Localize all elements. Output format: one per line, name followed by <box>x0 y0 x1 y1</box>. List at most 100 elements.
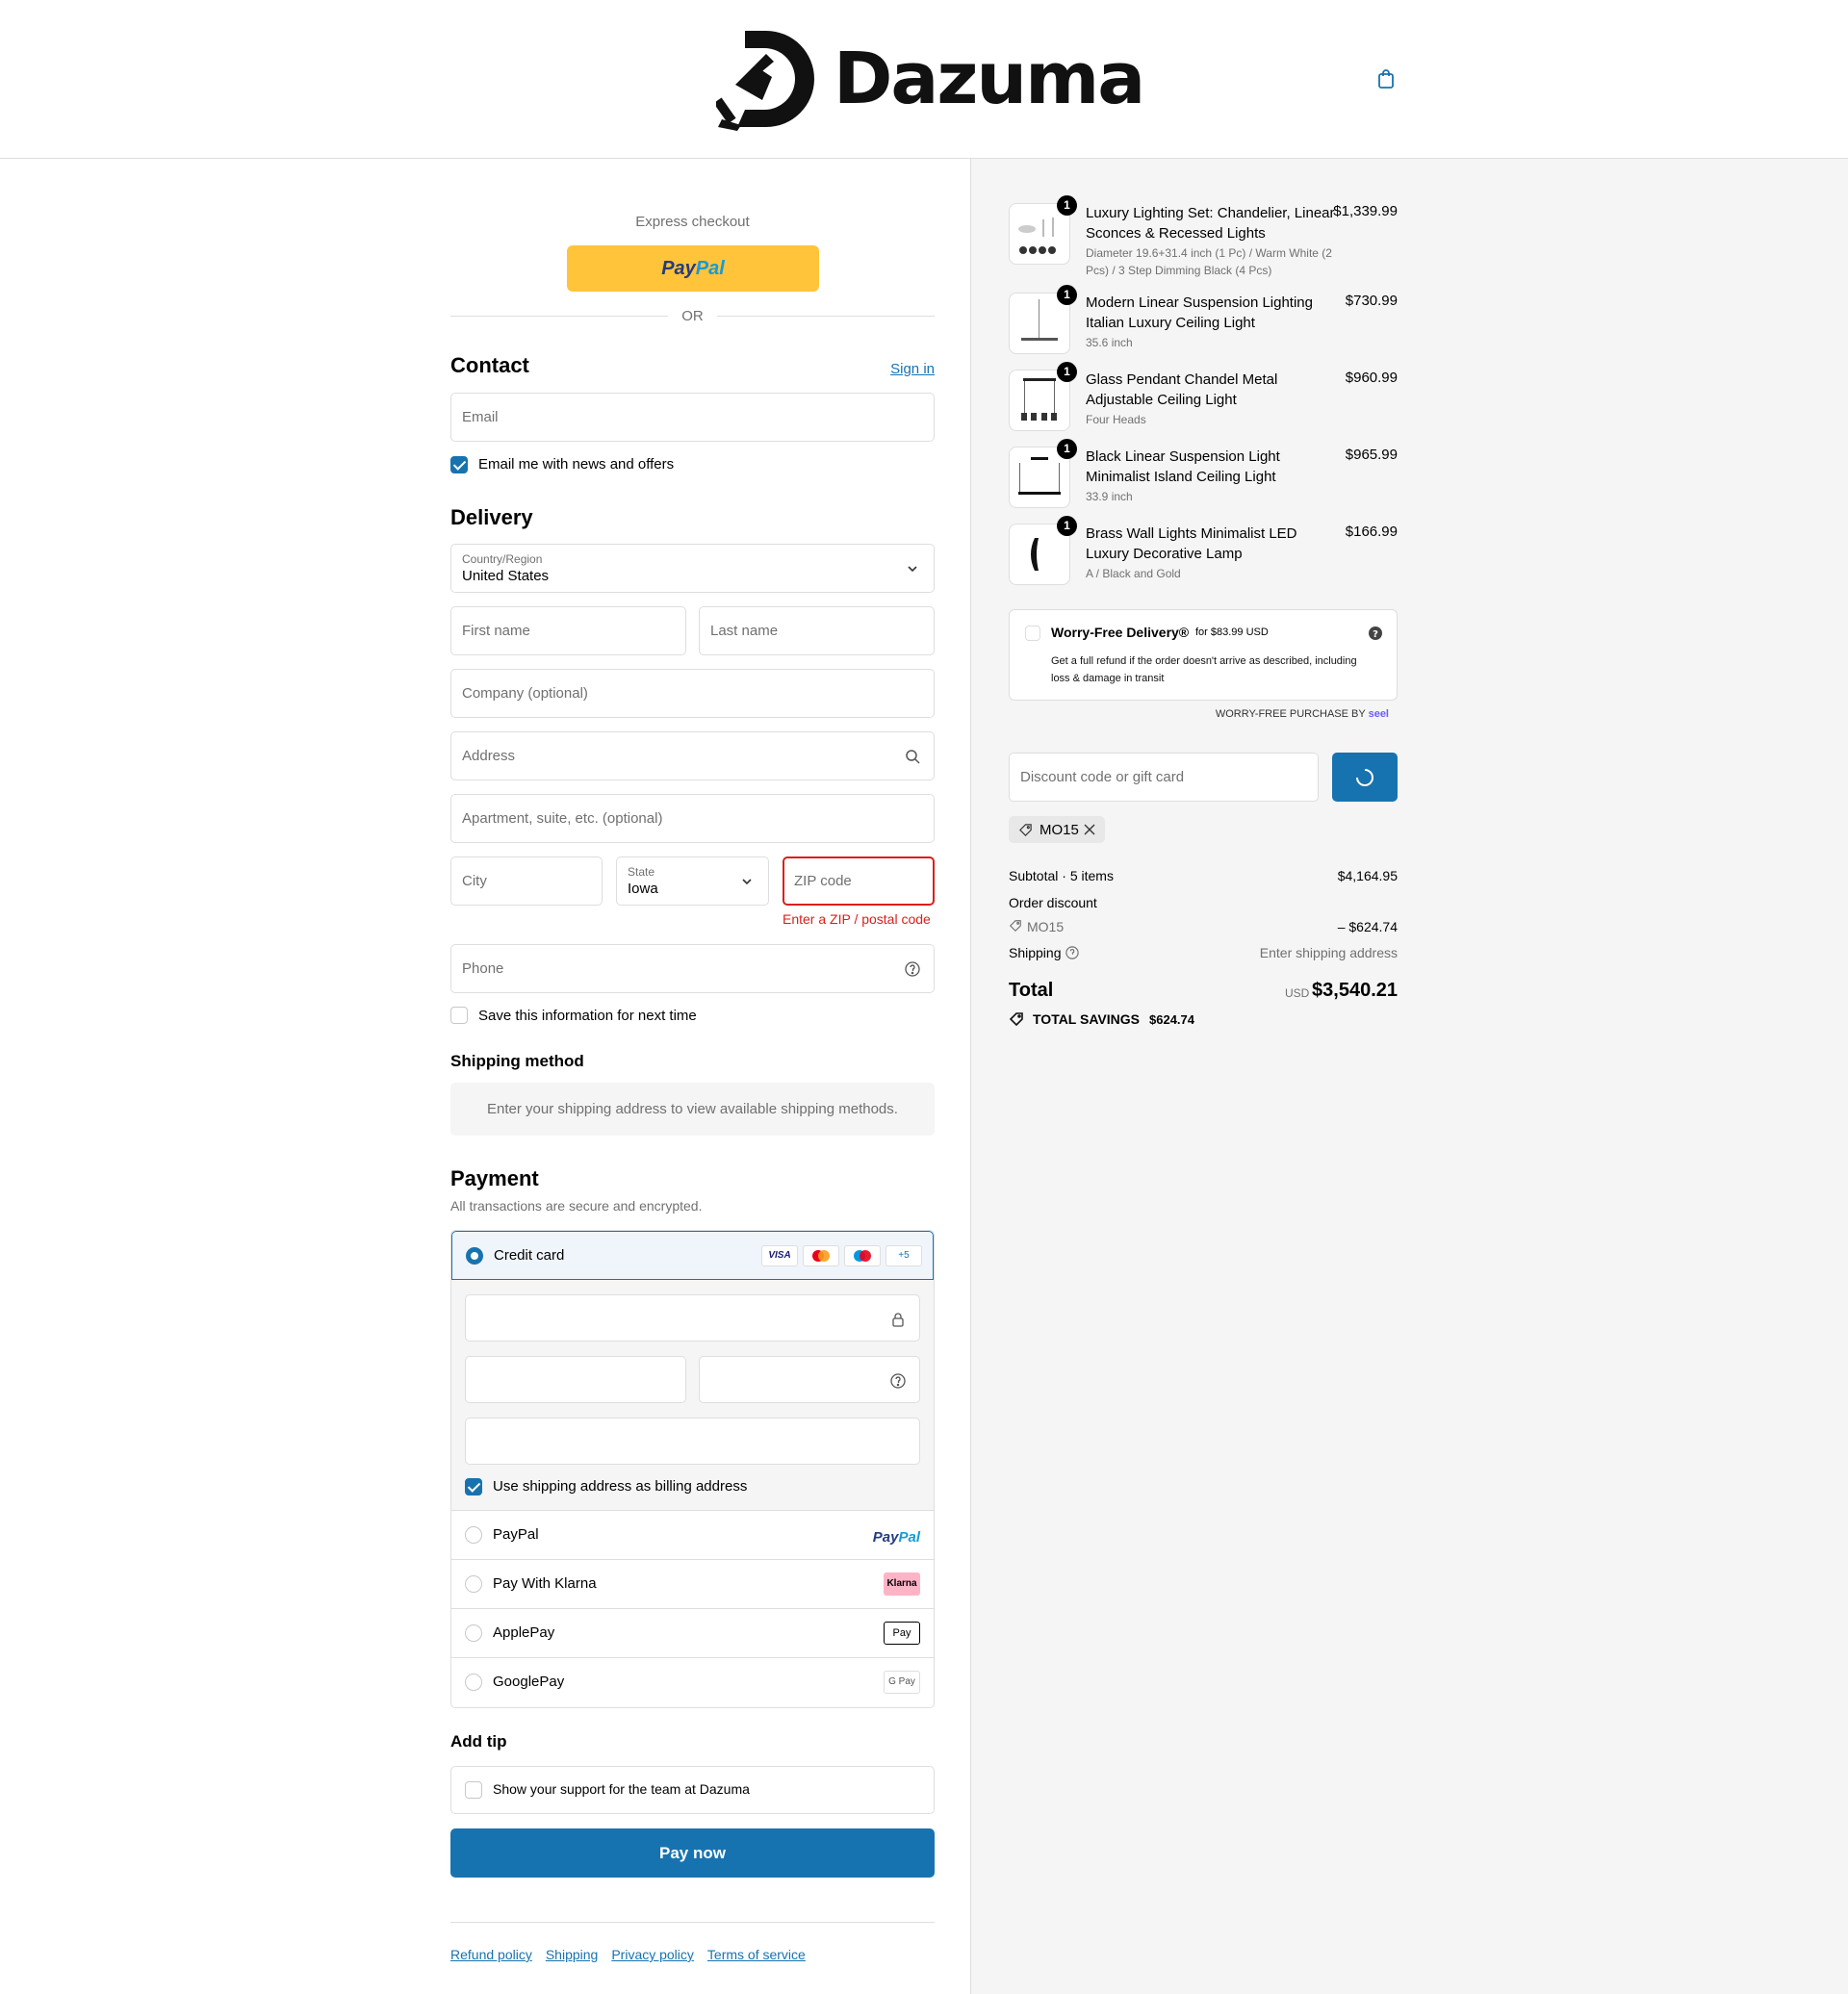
pay-now-button[interactable]: Pay now <box>450 1828 935 1878</box>
googlepay-radio[interactable] <box>465 1674 482 1691</box>
credit-card-label: Credit card <box>494 1247 565 1264</box>
order-summary-panel <box>970 159 1848 1994</box>
save-info-checkbox[interactable] <box>450 1007 468 1024</box>
worry-free-checkbox[interactable] <box>1025 626 1040 641</box>
tip-checkbox[interactable] <box>465 1781 482 1799</box>
total-label: Total <box>1009 980 1054 1001</box>
credit-card-form: Use shipping address as billing address <box>451 1280 934 1511</box>
item-price: $960.99 <box>1345 370 1398 386</box>
sign-in-link[interactable]: Sign in <box>890 361 935 377</box>
state-select[interactable]: State Iowa <box>616 856 769 906</box>
terms-link[interactable]: Terms of service <box>707 1947 806 1962</box>
city-field[interactable]: City <box>450 856 603 906</box>
item-name: Glass Pendant Chandel Metal Adjustable C… <box>1086 371 1278 408</box>
applepay-option[interactable]: ApplePay Pay <box>451 1609 934 1658</box>
tip-label: Show your support for the team at Dazuma <box>493 1781 750 1797</box>
savings-tag-icon <box>1009 1012 1023 1027</box>
item-variant: 35.6 inch <box>1086 336 1133 349</box>
item-price: $166.99 <box>1345 524 1398 540</box>
help-circle-icon[interactable] <box>905 961 920 977</box>
klarna-radio[interactable] <box>465 1575 482 1593</box>
last-name-field[interactable]: Last name <box>699 606 935 655</box>
applepay-logo: Pay <box>884 1622 920 1645</box>
email-field[interactable]: Email <box>450 393 935 442</box>
or-divider: OR <box>450 308 935 324</box>
country-select[interactable]: Country/Region United States <box>450 544 935 593</box>
maestro-logo <box>844 1245 881 1266</box>
discount-code-input[interactable]: Discount code or gift card <box>1009 753 1319 802</box>
paypal-express-button[interactable]: PayPal <box>567 245 819 292</box>
quantity-badge: 1 <box>1057 439 1077 459</box>
cart-item: 1 Brass Wall Lights Minimalist LED Luxur… <box>1009 516 1398 587</box>
paypal-radio[interactable] <box>465 1526 482 1544</box>
name-on-card-field[interactable] <box>465 1418 920 1465</box>
paypal-option[interactable]: PayPal PayPal <box>451 1511 934 1560</box>
company-placeholder: Company (optional) <box>462 685 588 702</box>
seel-logo: seel <box>1368 708 1389 720</box>
help-circle-icon[interactable] <box>1065 946 1079 959</box>
cart-button[interactable] <box>1374 67 1398 90</box>
chevron-down-icon <box>908 566 917 573</box>
apply-discount-button[interactable] <box>1332 753 1398 802</box>
shipping-link[interactable]: Shipping <box>546 1947 599 1962</box>
klarna-logo: Klarna <box>884 1572 920 1596</box>
item-price: $730.99 <box>1345 293 1398 309</box>
apartment-field[interactable]: Apartment, suite, etc. (optional) <box>450 794 935 843</box>
worry-free-delivery-box: Worry-Free Delivery® for $83.99 USD ? Ge… <box>1009 609 1398 701</box>
help-circle-icon[interactable] <box>890 1373 906 1389</box>
seel-brand-line: WORRY-FREE PURCHASE BY <box>1215 708 1366 720</box>
city-placeholder: City <box>462 873 487 889</box>
tip-option[interactable]: Show your support for the team at Dazuma <box>450 1766 935 1814</box>
security-code-field[interactable] <box>699 1356 920 1403</box>
payment-title: Payment <box>450 1166 539 1190</box>
search-icon <box>906 750 920 764</box>
express-checkout-title: Express checkout <box>635 214 750 230</box>
chevron-down-icon <box>742 879 752 885</box>
or-label: OR <box>681 308 704 324</box>
payment-subtitle: All transactions are secure and encrypte… <box>450 1198 703 1214</box>
card-number-field[interactable] <box>465 1294 920 1342</box>
refund-policy-link[interactable]: Refund policy <box>450 1947 532 1962</box>
billing-same-label: Use shipping address as billing address <box>493 1478 748 1495</box>
credit-card-option[interactable]: Credit card VISA +5 <box>451 1231 934 1280</box>
credit-card-radio[interactable] <box>466 1247 483 1265</box>
paypal-logo-a: Pay <box>661 257 696 279</box>
item-price: $965.99 <box>1345 447 1398 463</box>
state-value: Iowa <box>628 881 658 897</box>
total-savings-value: $624.74 <box>1149 1012 1194 1027</box>
expiration-field[interactable] <box>465 1356 686 1403</box>
svg-text:?: ? <box>1373 629 1378 640</box>
phone-placeholder: Phone <box>462 960 504 977</box>
tip-title: Add tip <box>450 1732 507 1751</box>
googlepay-option[interactable]: GooglePay G Pay <box>451 1658 934 1707</box>
mastercard-logo <box>803 1245 839 1266</box>
klarna-option[interactable]: Pay With Klarna Klarna <box>451 1560 934 1609</box>
news-checkbox[interactable] <box>450 456 468 473</box>
address-field[interactable]: Address <box>450 731 935 780</box>
shipping-methods-placeholder: Enter your shipping address to view avai… <box>450 1083 935 1136</box>
visa-logo: VISA <box>761 1245 798 1266</box>
help-icon[interactable]: ? <box>1368 626 1383 641</box>
header: Dazuma <box>0 0 1848 159</box>
item-variant: Four Heads <box>1086 413 1146 426</box>
total-value: $3,540.21 <box>1312 980 1398 1001</box>
zip-placeholder: ZIP code <box>794 873 852 889</box>
zip-field[interactable]: ZIP code <box>783 856 935 906</box>
privacy-policy-link[interactable]: Privacy policy <box>611 1947 694 1962</box>
brand-logo[interactable]: Dazuma <box>716 27 1145 131</box>
footer-divider <box>450 1922 935 1923</box>
more-cards-badge: +5 <box>886 1245 922 1266</box>
first-name-field[interactable]: First name <box>450 606 686 655</box>
applepay-radio[interactable] <box>465 1624 482 1642</box>
googlepay-logo: G Pay <box>884 1671 920 1694</box>
item-variant: Diameter 19.6+31.4 inch (1 Pc) / Warm Wh… <box>1086 246 1332 277</box>
paypal-logo-b: Pal <box>695 257 725 279</box>
phone-field[interactable]: Phone <box>450 944 935 993</box>
billing-same-checkbox[interactable] <box>465 1478 482 1496</box>
cart-item: 1 Modern Linear Suspension Lighting Ital… <box>1009 285 1398 356</box>
seel-branding: WORRY-FREE PURCHASE BY seel <box>1205 708 1389 720</box>
close-icon[interactable] <box>1084 824 1095 835</box>
cart-item: 1 Black Linear Suspension Light Minimali… <box>1009 439 1398 510</box>
company-field[interactable]: Company (optional) <box>450 669 935 718</box>
worry-free-price: for $83.99 USD <box>1195 626 1269 638</box>
